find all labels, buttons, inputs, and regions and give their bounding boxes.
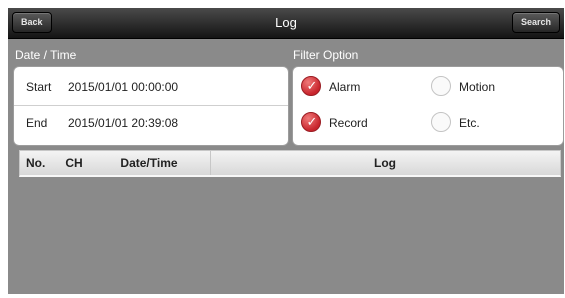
alarm-label: Alarm [329,80,361,94]
record-label: Record [329,116,368,130]
end-label: End [26,116,48,130]
end-value: 2015/01/01 20:39:08 [68,116,179,130]
start-label: Start [26,80,52,94]
back-button[interactable]: Back [12,12,52,33]
record-checked-icon[interactable]: ✓ [301,112,321,132]
end-row[interactable]: End 2015/01/01 20:39:08 [26,113,178,133]
motion-label: Motion [459,80,496,94]
filter-panel: ✓ Alarm Motion ✓ Record Etc. [292,66,564,146]
alarm-checked-icon[interactable]: ✓ [301,76,321,96]
column-header-log: Log [374,156,396,170]
etc-unchecked-icon[interactable] [431,112,451,132]
start-value: 2015/01/01 00:00:00 [68,80,179,94]
filter-section-label: Filter Option [293,48,359,62]
log-screen: Log Back Search Date / Time Filter Optio… [8,8,564,294]
datetime-panel: Start 2015/01/01 00:00:00 End 2015/01/01 2… [13,66,289,146]
datetime-section-label: Date / Time [15,48,77,62]
column-header-datetime: Date/Time [88,151,211,175]
row-divider [14,105,288,106]
start-row[interactable]: Start 2015/01/01 00:00:00 [26,77,178,97]
motion-unchecked-icon[interactable] [431,76,451,96]
etc-label: Etc. [459,116,480,130]
log-table-header: No. CH Date/Time Log [19,150,561,177]
column-header-ch: CH [65,156,83,170]
search-button[interactable]: Search [511,12,560,33]
top-navigation-bar: Log Back Search [8,8,564,39]
page-title: Log [275,15,297,30]
